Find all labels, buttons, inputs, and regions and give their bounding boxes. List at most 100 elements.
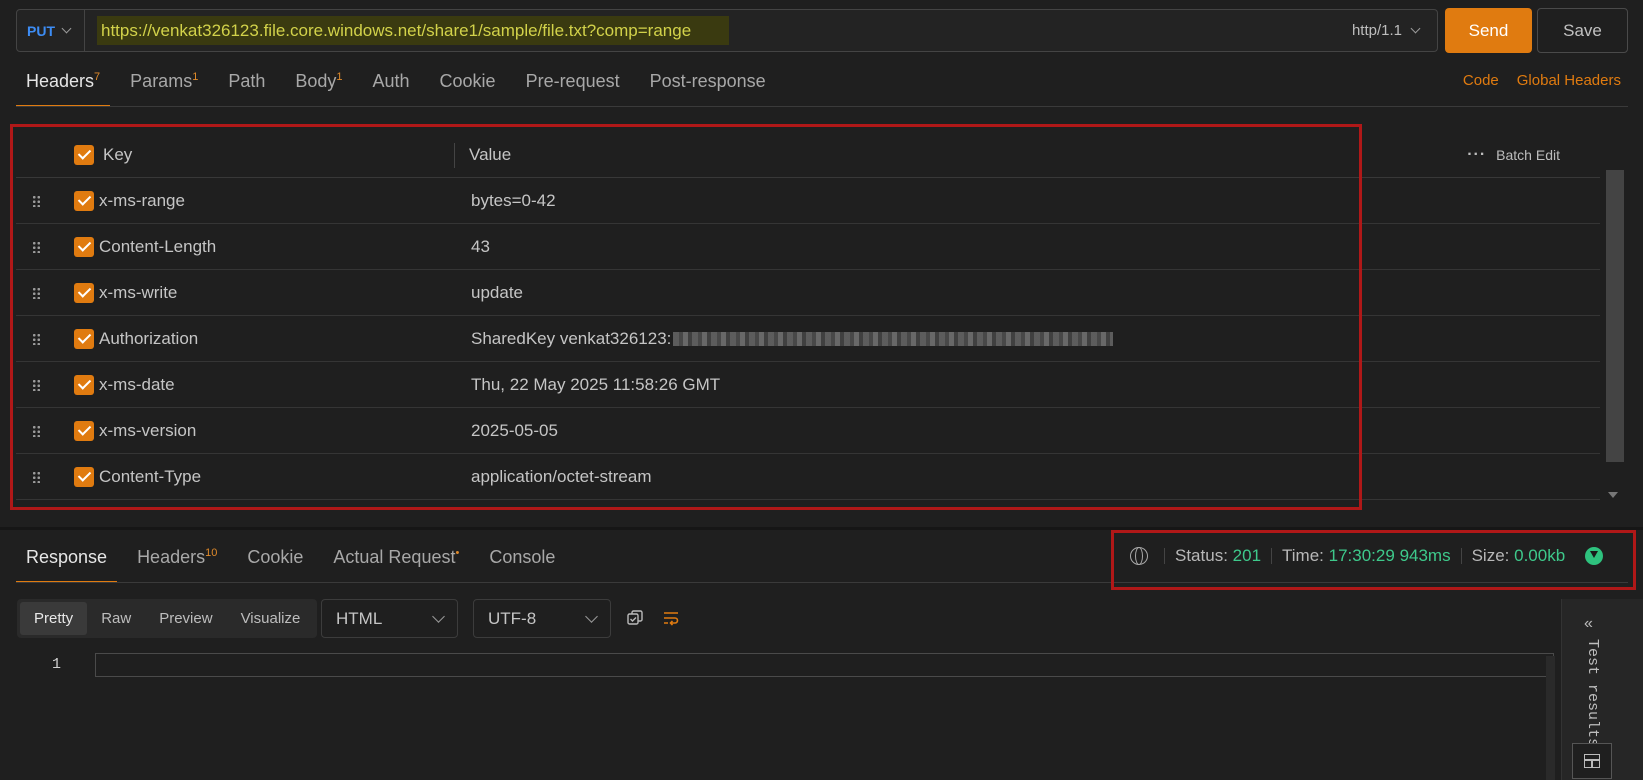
tab-pre-request[interactable]: Pre-request bbox=[516, 65, 630, 107]
tab-post-response[interactable]: Post-response bbox=[640, 65, 776, 107]
size-label: Size: bbox=[1471, 546, 1510, 565]
format-value: HTML bbox=[336, 608, 383, 628]
drag-handle-icon[interactable] bbox=[16, 424, 56, 437]
protocol-label: http/1.1 bbox=[1351, 22, 1402, 39]
tab-response-cookie[interactable]: Cookie bbox=[237, 535, 313, 583]
view-mode-segment: Pretty Raw Preview Visualize bbox=[17, 599, 318, 638]
method-select[interactable]: PUT bbox=[17, 10, 85, 51]
header-value[interactable]: 43 bbox=[471, 237, 490, 257]
download-icon[interactable] bbox=[1585, 547, 1604, 565]
size-value: 0.00kb bbox=[1514, 546, 1566, 565]
more-icon: ··· bbox=[1467, 145, 1487, 163]
editor-scrollbar[interactable] bbox=[1546, 656, 1555, 780]
scroll-thumb[interactable] bbox=[1606, 170, 1624, 462]
row-checkbox[interactable] bbox=[74, 374, 94, 395]
method-label: PUT bbox=[27, 22, 55, 39]
tab-response[interactable]: Response bbox=[16, 535, 118, 583]
row-checkbox[interactable] bbox=[74, 282, 94, 303]
global-headers-link[interactable]: Global Headers bbox=[1517, 72, 1621, 89]
table-scrollbar[interactable] bbox=[1602, 132, 1624, 502]
url-input[interactable] bbox=[97, 16, 729, 45]
row-checkbox[interactable] bbox=[74, 466, 94, 487]
protocol-select[interactable]: http/1.1 bbox=[1351, 22, 1421, 39]
tab-path[interactable]: Path bbox=[218, 65, 275, 107]
wrap-lines-icon[interactable] bbox=[663, 610, 679, 626]
header-value[interactable]: application/octet-stream bbox=[471, 467, 651, 487]
tab-params[interactable]: Params1 bbox=[120, 65, 208, 107]
drag-handle-icon[interactable] bbox=[16, 194, 56, 207]
encoding-value: UTF-8 bbox=[488, 608, 537, 628]
header-value[interactable]: update bbox=[471, 283, 523, 303]
code-link[interactable]: Code bbox=[1463, 72, 1499, 89]
drag-handle-icon[interactable] bbox=[16, 240, 56, 253]
url-bar: PUT http/1.1 bbox=[16, 9, 1438, 52]
header-key[interactable]: Authorization bbox=[99, 329, 198, 349]
globe-icon[interactable] bbox=[1130, 547, 1148, 565]
send-button[interactable]: Send bbox=[1445, 8, 1532, 53]
time-label: Time: bbox=[1282, 546, 1324, 565]
tab-response-headers[interactable]: Headers10 bbox=[127, 535, 227, 583]
tab-console[interactable]: Console bbox=[479, 535, 565, 583]
format-select[interactable]: HTML bbox=[321, 599, 458, 638]
view-preview[interactable]: Preview bbox=[145, 602, 226, 635]
tab-cookie[interactable]: Cookie bbox=[430, 65, 506, 107]
view-pretty[interactable]: Pretty bbox=[20, 602, 88, 635]
chevron-double-left-icon[interactable]: « bbox=[1584, 615, 1593, 633]
row-checkbox[interactable] bbox=[74, 190, 94, 211]
drag-handle-icon[interactable] bbox=[16, 378, 56, 391]
test-results-panel: « Test results bbox=[1561, 599, 1643, 780]
tab-auth[interactable]: Auth bbox=[363, 65, 420, 107]
header-value[interactable]: Thu, 22 May 2025 11:58:26 GMT bbox=[471, 375, 720, 395]
tab-actual-request[interactable]: Actual Request• bbox=[323, 535, 469, 583]
drag-handle-icon[interactable] bbox=[16, 286, 56, 299]
column-divider[interactable] bbox=[454, 143, 455, 168]
right-links: Code Global Headers bbox=[1463, 72, 1621, 89]
status-label: Status: bbox=[1175, 546, 1228, 565]
layout-icon[interactable] bbox=[1572, 743, 1612, 779]
time-value: 17:30:29 bbox=[1328, 546, 1395, 565]
tab-body[interactable]: Body1 bbox=[285, 65, 352, 107]
row-checkbox[interactable] bbox=[74, 420, 94, 441]
select-all-checkbox[interactable] bbox=[74, 144, 94, 165]
row-checkbox[interactable] bbox=[74, 236, 94, 257]
test-results-label[interactable]: Test results bbox=[1584, 639, 1601, 759]
chevron-down-icon bbox=[585, 610, 598, 623]
header-key[interactable]: x-ms-write bbox=[99, 283, 177, 303]
key-column-header: Key bbox=[103, 144, 133, 164]
divider bbox=[16, 582, 1628, 583]
line-number: 1 bbox=[52, 656, 62, 673]
scroll-down-icon[interactable] bbox=[1608, 492, 1618, 498]
chevron-down-icon bbox=[1410, 23, 1421, 34]
drag-handle-icon[interactable] bbox=[16, 332, 56, 345]
response-tabs: Response Headers10 Cookie Actual Request… bbox=[16, 535, 575, 583]
response-editor[interactable] bbox=[95, 653, 1554, 677]
row-checkbox[interactable] bbox=[74, 328, 94, 349]
table-row: x-ms-write update bbox=[16, 270, 1600, 316]
view-visualize[interactable]: Visualize bbox=[227, 602, 315, 635]
header-value[interactable]: bytes=0-42 bbox=[471, 191, 556, 211]
save-button[interactable]: Save bbox=[1537, 8, 1628, 53]
copy-icon[interactable] bbox=[627, 610, 643, 626]
header-value: SharedKey venkat326123: bbox=[471, 328, 672, 348]
drag-handle-icon[interactable] bbox=[16, 470, 56, 483]
redacted-secret bbox=[673, 331, 1114, 346]
view-raw[interactable]: Raw bbox=[87, 602, 145, 635]
headers-table: Key Value ··· Batch Edit x-ms-range byte… bbox=[16, 132, 1600, 502]
header-key[interactable]: x-ms-date bbox=[99, 375, 175, 395]
chevron-down-icon bbox=[432, 610, 445, 623]
table-row: Content-Type application/octet-stream bbox=[16, 454, 1600, 500]
table-row: Authorization SharedKey venkat326123: bbox=[16, 316, 1600, 362]
batch-edit-button[interactable]: ··· Batch Edit bbox=[1467, 146, 1560, 164]
header-value-field[interactable]: SharedKey venkat326123: bbox=[471, 328, 1114, 349]
header-key[interactable]: Content-Length bbox=[99, 237, 216, 257]
request-tabs: Headers7 Params1 Path Body1 Auth Cookie … bbox=[16, 65, 786, 107]
header-value[interactable]: 2025-05-05 bbox=[471, 421, 558, 441]
panel-splitter[interactable] bbox=[0, 527, 1643, 530]
tab-headers[interactable]: Headers7 bbox=[16, 65, 111, 107]
header-key[interactable]: Content-Type bbox=[99, 467, 201, 487]
header-key[interactable]: x-ms-version bbox=[99, 421, 196, 441]
header-key[interactable]: x-ms-range bbox=[99, 191, 185, 211]
value-column-header: Value bbox=[469, 144, 512, 164]
duration-value: 943ms bbox=[1399, 546, 1451, 565]
encoding-select[interactable]: UTF-8 bbox=[473, 599, 611, 638]
